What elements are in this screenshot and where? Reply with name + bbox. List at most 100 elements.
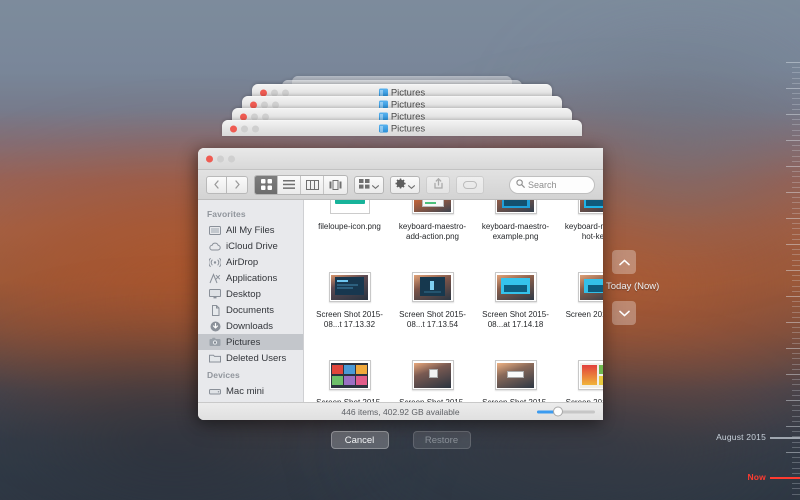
timeline-tick — [792, 415, 800, 417]
timeline-tick — [792, 342, 800, 344]
sidebar-item-desktop[interactable]: Desktop — [198, 286, 303, 302]
timeline-tick — [792, 410, 800, 412]
file-thumbnail[interactable] — [577, 355, 603, 395]
finder-window[interactable]: Search Favorites All My Files iCloud Drive… — [198, 148, 603, 420]
timeline-tick — [792, 353, 800, 355]
timeline-tick — [792, 103, 800, 105]
sidebar-item-label: Applications — [226, 272, 278, 284]
timeline-tick — [786, 140, 800, 141]
coverflow-view-button[interactable] — [324, 176, 347, 194]
image-thumbnail — [329, 200, 370, 214]
timeline-tick — [786, 88, 800, 89]
image-thumbnail — [577, 360, 603, 390]
list-view-button[interactable] — [278, 175, 301, 194]
file-thumbnail[interactable] — [411, 355, 454, 395]
search-input[interactable]: Search — [528, 180, 557, 190]
sidebar-item-label: All My Files — [226, 224, 275, 236]
timeline-tick — [792, 176, 800, 178]
file-item[interactable]: keyboard-maestro-hot-key-n — [557, 200, 603, 264]
arrange-by-dropdown[interactable] — [354, 175, 384, 194]
icon-size-slider[interactable] — [537, 406, 595, 417]
file-item[interactable]: Screen 2015-08...t — [557, 264, 603, 352]
timeline-tick — [792, 389, 800, 391]
file-thumbnail[interactable] — [329, 200, 370, 219]
file-icon-grid[interactable]: fileloupe-icon.png keyboard-maestro-add-a… — [304, 200, 603, 402]
timeline-label[interactable]: Now — [747, 472, 766, 482]
timeline-tick — [792, 358, 800, 360]
sidebar-item-mac-mini[interactable]: Mac mini — [198, 383, 303, 399]
file-item[interactable]: Screen Shot 2015-08...t 09.51.48 — [391, 352, 474, 402]
sidebar-item-label: Mac mini — [226, 385, 265, 397]
icon-view-button[interactable] — [255, 175, 278, 194]
file-item[interactable]: keyboard-maestro-example.png — [474, 200, 557, 264]
documents-icon — [209, 304, 221, 316]
tag-button[interactable] — [456, 175, 484, 194]
timeline-tick — [792, 93, 800, 95]
sidebar-item-label: Downloads — [226, 320, 273, 332]
file-thumbnail[interactable] — [577, 200, 603, 219]
file-thumbnail[interactable] — [494, 267, 537, 307]
chevron-right-icon[interactable] — [227, 175, 248, 194]
sidebar-item-pictures[interactable]: Pictures — [198, 334, 303, 350]
view-mode-segmented-control[interactable] — [254, 174, 348, 195]
close-button[interactable] — [206, 155, 213, 162]
cancel-button[interactable]: Cancel — [330, 431, 389, 449]
file-thumbnail[interactable] — [411, 200, 454, 219]
restore-button[interactable]: Restore — [412, 431, 471, 449]
timeline-tick — [792, 264, 800, 266]
file-thumbnail[interactable] — [494, 200, 537, 219]
airdrop-icon — [209, 257, 221, 268]
finder-titlebar[interactable] — [198, 148, 603, 170]
timeline-tick — [792, 368, 800, 370]
sidebar-item-deleted-users[interactable]: Deleted Users — [198, 350, 303, 366]
file-item[interactable]: Screen 2015-09...t — [557, 352, 603, 402]
minimize-button[interactable] — [217, 155, 224, 162]
chevron-down-icon[interactable] — [612, 301, 636, 325]
file-thumbnail[interactable] — [328, 267, 371, 307]
time-machine-timeline[interactable]: August 2015 Now — [716, 0, 800, 500]
file-item[interactable]: Screen Shot 2015-08...t 09.51.58 — [474, 352, 557, 402]
timeline-tick — [786, 400, 800, 401]
sidebar-item-icloud-drive[interactable]: iCloud Drive — [198, 238, 303, 254]
column-view-button[interactable] — [301, 175, 324, 194]
file-thumbnail[interactable] — [328, 355, 371, 395]
search-field[interactable]: Search — [509, 175, 595, 194]
file-item[interactable]: Screen Shot 2015-08...t 00.09.57 — [308, 352, 391, 402]
timeline-tick — [792, 483, 800, 485]
chevron-left-icon[interactable] — [206, 175, 227, 194]
file-item[interactable]: fileloupe-icon.png — [308, 200, 391, 264]
nav-buttons[interactable] — [206, 175, 248, 194]
chevron-up-icon[interactable] — [612, 250, 636, 274]
action-menu-dropdown[interactable] — [390, 175, 420, 194]
finder-sidebar[interactable]: Favorites All My Files iCloud Drive AirDrop… — [198, 200, 304, 402]
slider-knob[interactable] — [553, 406, 563, 417]
file-name: Screen 2015-08...t — [565, 310, 603, 319]
share-button[interactable] — [426, 175, 450, 194]
sidebar-item-documents[interactable]: Documents — [198, 302, 303, 318]
file-browser-area[interactable]: fileloupe-icon.png keyboard-maestro-add-a… — [304, 200, 603, 402]
file-thumbnail[interactable] — [577, 267, 603, 307]
timeline-tick — [792, 124, 800, 126]
timeline-tick — [786, 218, 800, 219]
icloud-icon — [209, 241, 221, 252]
gear-icon — [395, 176, 406, 194]
timeline-tick — [792, 363, 800, 365]
file-thumbnail[interactable] — [494, 355, 537, 395]
timeline-label[interactable]: August 2015 — [716, 432, 766, 442]
timeline-tick — [792, 431, 800, 433]
file-item[interactable]: Screen Shot 2015-08...t 17.13.54 — [391, 264, 474, 352]
sidebar-section-header: Devices — [207, 370, 240, 380]
sidebar-item-downloads[interactable]: Downloads — [198, 318, 303, 334]
sidebar-item-applications[interactable]: Applications — [198, 270, 303, 286]
downloads-icon — [209, 321, 221, 332]
file-thumbnail[interactable] — [411, 267, 454, 307]
finder-toolbar[interactable]: Search — [198, 170, 603, 200]
file-item[interactable]: Screen Shot 2015-08...at 17.14.18 — [474, 264, 557, 352]
zoom-button[interactable] — [228, 155, 235, 162]
file-item[interactable]: keyboard-maestro-add-action.png — [391, 200, 474, 264]
sidebar-item-airdrop[interactable]: AirDrop — [198, 254, 303, 270]
snapshot-window[interactable]: Pictures — [222, 120, 582, 136]
file-item[interactable]: Screen Shot 2015-08...t 17.13.32 — [308, 264, 391, 352]
traffic-lights[interactable] — [206, 155, 235, 162]
sidebar-item-all-my-files[interactable]: All My Files — [198, 222, 303, 238]
